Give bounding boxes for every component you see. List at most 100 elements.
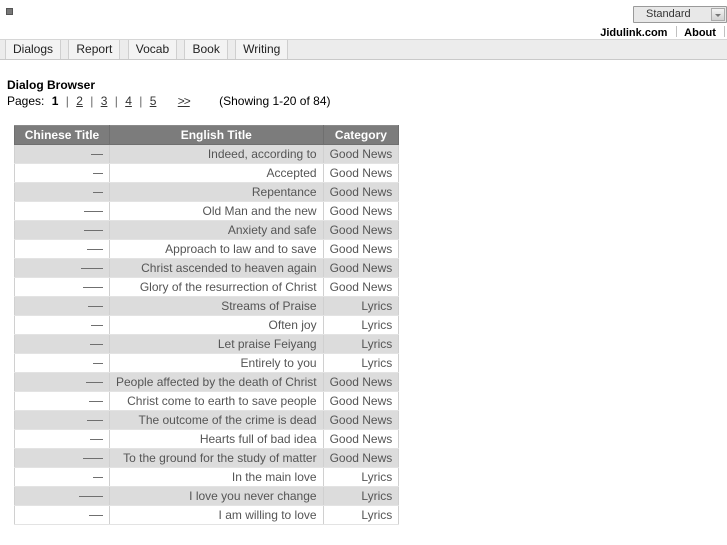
table-row[interactable]: Accepted Good News — [14, 163, 400, 183]
table-row[interactable]: Indeed, according to Good News — [14, 144, 400, 164]
table-row[interactable]: Streams of Praise Lyrics — [14, 296, 400, 316]
missing-glyph-icon — [84, 211, 103, 212]
cell-category: Good News — [322, 391, 400, 411]
cell-category: Good News — [322, 163, 400, 183]
cell-category: Good News — [322, 429, 400, 449]
cell-english-title: In the main love — [109, 467, 324, 487]
table-header-row: Chinese Title English Title Category — [14, 125, 400, 145]
pagination-separator-2: | — [90, 94, 94, 108]
link-divider-end — [724, 26, 725, 37]
cell-category: Lyrics — [322, 486, 400, 506]
cell-english-title: Approach to law and to save — [109, 239, 324, 259]
table-row[interactable]: Christ ascended to heaven again Good News — [14, 258, 400, 278]
style-select[interactable]: Standard — [633, 6, 727, 23]
cell-english-title: People affected by the death of Christ — [109, 372, 324, 392]
cell-english-title: Let praise Feiyang — [109, 334, 324, 354]
missing-glyph-icon — [88, 306, 103, 307]
missing-glyph-icon — [93, 173, 103, 174]
cell-category: Lyrics — [322, 296, 400, 316]
cell-category: Good News — [322, 201, 400, 221]
tab-report[interactable]: Report — [68, 40, 121, 59]
cell-english-title: Christ ascended to heaven again — [109, 258, 324, 278]
table-row[interactable]: In the main love Lyrics — [14, 467, 400, 487]
cell-category: Good News — [322, 258, 400, 278]
cell-chinese-title — [14, 315, 110, 335]
table-row[interactable]: Glory of the resurrection of Christ Good … — [14, 277, 400, 297]
pagination: Pages: 1 | 2 | 3 | 4 | 5 >> (Showing 1-2… — [7, 94, 331, 108]
pagination-page-5[interactable]: 5 — [150, 94, 157, 108]
link-jidulink[interactable]: Jidulink.com — [600, 27, 667, 39]
pagination-page-3[interactable]: 3 — [101, 94, 108, 108]
cell-category: Lyrics — [322, 353, 400, 373]
missing-glyph-icon — [91, 154, 103, 155]
table-row[interactable]: The outcome of the crime is dead Good New… — [14, 410, 400, 430]
link-about[interactable]: About — [684, 27, 716, 39]
chevron-down-icon[interactable] — [711, 8, 725, 21]
tab-writing[interactable]: Writing — [235, 40, 289, 59]
cell-chinese-title — [14, 429, 110, 449]
cell-category: Good News — [322, 182, 400, 202]
missing-glyph-icon — [90, 439, 103, 440]
top-bar: Standard Jidulink.com About — [0, 0, 727, 39]
cell-chinese-title — [14, 505, 110, 525]
page-title: Dialog Browser — [7, 78, 96, 92]
cell-chinese-title — [14, 486, 110, 506]
style-select-value: Standard — [646, 8, 691, 20]
pagination-current-page: 1 — [51, 94, 59, 108]
table-row[interactable]: To the ground for the study of matter Goo… — [14, 448, 400, 468]
cell-chinese-title — [14, 467, 110, 487]
table-row[interactable]: Repentance Good News — [14, 182, 400, 202]
cell-chinese-title — [14, 353, 110, 373]
missing-glyph-icon — [84, 230, 103, 231]
table-row[interactable]: Entirely to you Lyrics — [14, 353, 400, 373]
table-row[interactable]: I love you never change Lyrics — [14, 486, 400, 506]
column-header-english-title[interactable]: English Title — [109, 125, 324, 145]
cell-english-title: Streams of Praise — [109, 296, 324, 316]
pagination-next[interactable]: >> — [178, 94, 191, 108]
cell-chinese-title — [14, 220, 110, 240]
table-row[interactable]: Christ come to earth to save people Good … — [14, 391, 400, 411]
table-row[interactable]: Often joy Lyrics — [14, 315, 400, 335]
cell-chinese-title — [14, 277, 110, 297]
table-row[interactable]: Approach to law and to save Good News — [14, 239, 400, 259]
table-row[interactable]: I am willing to love Lyrics — [14, 505, 400, 525]
missing-glyph-icon — [83, 287, 103, 288]
cell-chinese-title — [14, 448, 110, 468]
column-header-chinese-title[interactable]: Chinese Title — [14, 125, 110, 145]
table-row[interactable]: Old Man and the new Good News — [14, 201, 400, 221]
missing-glyph-icon — [81, 268, 103, 269]
pagination-separator-4: | — [139, 94, 143, 108]
table-row[interactable]: Let praise Feiyang Lyrics — [14, 334, 400, 354]
table-row[interactable]: People affected by the death of Christ Go… — [14, 372, 400, 392]
broken-image-icon — [6, 8, 13, 15]
pagination-label: Pages: — [7, 94, 45, 108]
cell-chinese-title — [14, 410, 110, 430]
missing-glyph-icon — [91, 325, 103, 326]
cell-category: Good News — [322, 220, 400, 240]
pagination-page-2[interactable]: 2 — [76, 94, 83, 108]
cell-english-title: Accepted — [109, 163, 324, 183]
table-row[interactable]: Hearts full of bad idea Good News — [14, 429, 400, 449]
cell-category: Good News — [322, 448, 400, 468]
missing-glyph-icon — [93, 363, 103, 364]
cell-english-title: Indeed, according to — [109, 144, 324, 164]
top-right-controls: Standard Jidulink.com About — [467, 6, 727, 39]
column-header-category[interactable]: Category — [322, 125, 400, 145]
table-row[interactable]: Anxiety and safe Good News — [14, 220, 400, 240]
missing-glyph-icon — [90, 344, 103, 345]
pagination-page-4[interactable]: 4 — [125, 94, 132, 108]
cell-category: Good News — [322, 277, 400, 297]
cell-english-title: Hearts full of bad idea — [109, 429, 324, 449]
cell-category: Good News — [322, 372, 400, 392]
tab-vocab[interactable]: Vocab — [127, 40, 178, 59]
cell-english-title: I am willing to love — [109, 505, 324, 525]
cell-english-title: I love you never change — [109, 486, 324, 506]
cell-english-title: The outcome of the crime is dead — [109, 410, 324, 430]
missing-glyph-icon — [83, 458, 103, 459]
pagination-separator-1: | — [65, 94, 69, 108]
tab-dialogs[interactable]: Dialogs — [5, 40, 62, 59]
missing-glyph-icon — [79, 496, 103, 497]
cell-category: Good News — [322, 239, 400, 259]
cell-category: Good News — [322, 144, 400, 164]
tab-book[interactable]: Book — [184, 40, 228, 59]
